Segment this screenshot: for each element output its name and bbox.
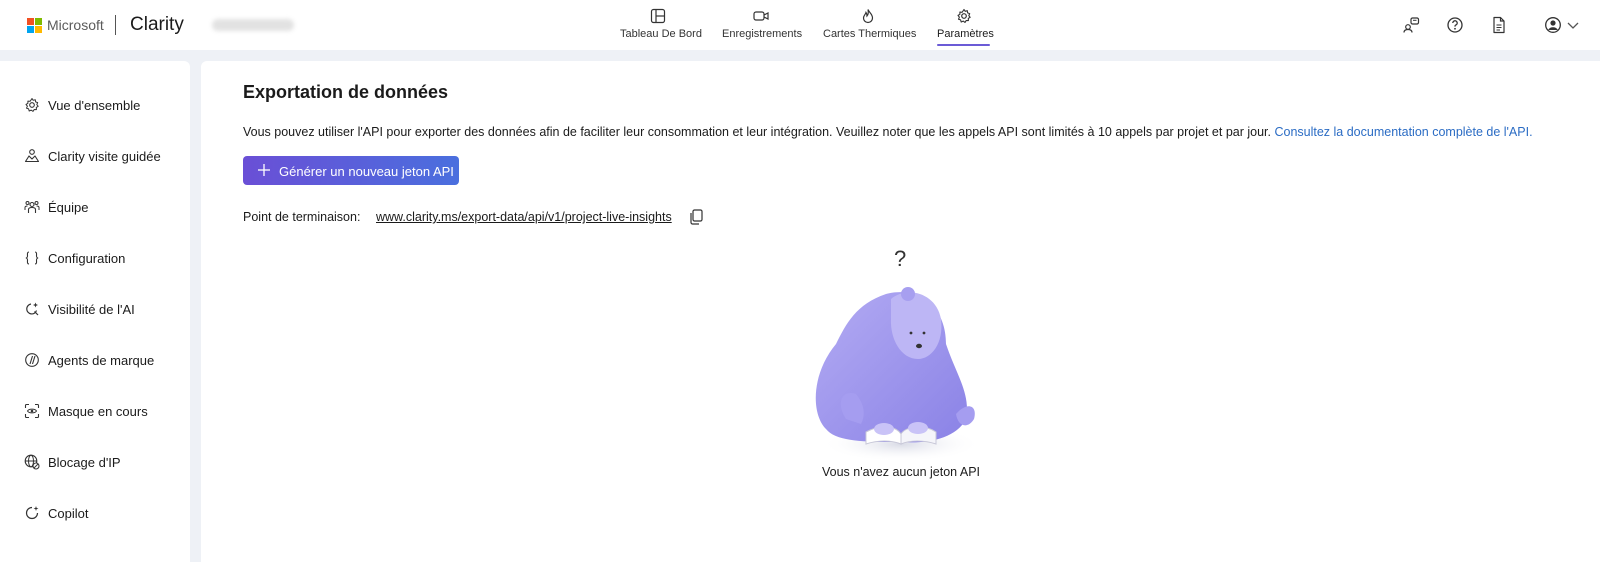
globe-block-icon <box>24 454 40 470</box>
microsoft-logo-icon <box>27 18 42 33</box>
copilot-icon <box>25 506 39 520</box>
sidebar-item-label: Agents de marque <box>48 353 155 368</box>
sidebar-item-label: Masque en cours <box>48 404 148 419</box>
brand-agent-icon <box>25 353 39 367</box>
sidebar-item-brand-agents[interactable]: Agents de marque <box>24 349 184 373</box>
endpoint-label: Point de terminaison: <box>243 210 361 224</box>
gear-icon <box>25 98 39 112</box>
document-icon[interactable] <box>1490 16 1508 34</box>
empty-state-message: Vous n'avez aucun jeton API <box>821 465 981 479</box>
ai-visibility-icon <box>26 302 39 316</box>
active-tab-indicator <box>937 44 990 46</box>
tab-label: Tableau De Bord <box>620 28 702 40</box>
sidebar-item-ip-blocking[interactable]: Blocage d'IP <box>24 451 184 475</box>
account-icon[interactable] <box>1544 16 1562 34</box>
team-icon <box>24 201 40 213</box>
dashboard-icon <box>650 8 666 24</box>
tab-dashboard[interactable]: Tableau De Bord <box>620 6 702 44</box>
guided-tour-icon <box>24 149 40 163</box>
share-people-icon[interactable] <box>1402 16 1420 34</box>
sidebar-item-masking[interactable]: Masque en cours <box>24 400 184 424</box>
sidebar-item-label: Vue d'ensemble <box>48 98 141 113</box>
sidebar-item-copilot[interactable]: Copilot <box>24 502 184 526</box>
top-bar: Microsoft Clarity Tableau De Bord Enregi… <box>0 0 1600 50</box>
page-title: Exportation de données <box>243 82 449 102</box>
copy-icon[interactable] <box>689 209 703 225</box>
tab-label: Enregistrements <box>722 28 803 40</box>
api-description: Vous pouvez utiliser l'API pour exporter… <box>243 125 1533 139</box>
data-export-panel: Exportation de données Vous pouvez utili… <box>201 61 1600 562</box>
tab-settings[interactable]: Paramètres <box>937 6 994 46</box>
braces-icon <box>25 251 39 265</box>
gear-icon <box>956 8 971 23</box>
sidebar-item-label: Clarity visite guidée <box>48 149 161 164</box>
generate-button-label: Générer un nouveau jeton API <box>279 164 454 179</box>
settings-sidebar: Vue d'ensemble Clarity visite guidée Équ… <box>0 61 190 562</box>
help-icon[interactable] <box>1446 16 1464 34</box>
brand-divider <box>115 15 116 35</box>
plus-icon <box>258 164 270 176</box>
tab-label: Cartes Thermiques <box>823 28 917 40</box>
sidebar-item-label: Copilot <box>48 506 89 521</box>
microsoft-brand: Microsoft <box>47 17 104 33</box>
tab-heatmaps[interactable]: Cartes Thermiques <box>823 6 917 44</box>
api-documentation-link[interactable]: Consultez la documentation complète de l… <box>1274 125 1532 139</box>
endpoint-url[interactable]: www.clarity.ms/export-data/api/v1/projec… <box>376 210 672 224</box>
sidebar-item-guided-tour[interactable]: Clarity visite guidée <box>24 145 184 169</box>
empty-state-bear-illustration: ? <box>815 246 981 462</box>
tab-recordings[interactable]: Enregistrements <box>722 6 803 44</box>
sidebar-item-overview[interactable]: Vue d'ensemble <box>24 94 184 118</box>
sidebar-item-label: Équipe <box>48 200 89 215</box>
sidebar-item-label: Configuration <box>48 251 126 266</box>
sidebar-item-team[interactable]: Équipe <box>24 196 184 220</box>
chevron-down-icon[interactable] <box>1566 16 1580 34</box>
product-name[interactable]: Clarity <box>130 14 184 36</box>
project-selector[interactable] <box>212 19 294 31</box>
masking-icon <box>24 403 40 419</box>
sidebar-item-configuration[interactable]: Configuration <box>24 247 184 271</box>
sidebar-item-label: Visibilité de l'AI <box>48 302 135 317</box>
api-description-text: Vous pouvez utiliser l'API pour exporter… <box>243 125 1271 139</box>
tab-label: Paramètres <box>937 28 994 40</box>
video-icon <box>753 11 769 21</box>
empty-state-mark: ? <box>894 246 906 271</box>
sidebar-item-label: Blocage d'IP <box>48 455 121 470</box>
generate-api-token-button[interactable]: Générer un nouveau jeton API <box>243 156 459 185</box>
flame-icon <box>862 9 874 24</box>
sidebar-item-ai-visibility[interactable]: Visibilité de l'AI <box>24 298 184 322</box>
